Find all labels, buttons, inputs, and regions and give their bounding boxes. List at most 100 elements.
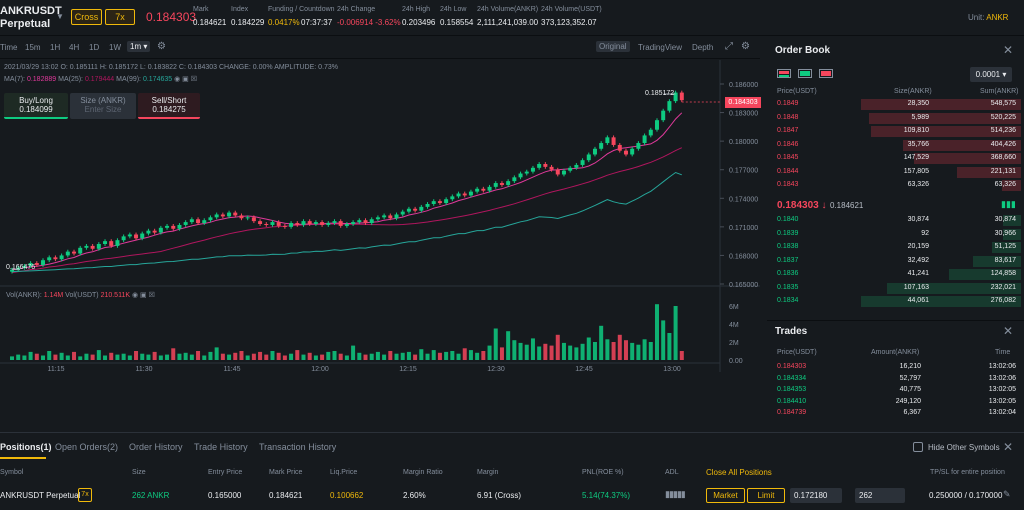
last-price: 0.184303 bbox=[146, 10, 197, 24]
trade-time: 13:02:04 bbox=[988, 409, 1016, 416]
trade-price: 0.184303 bbox=[777, 363, 807, 370]
close-qty-input[interactable]: 262 bbox=[855, 488, 905, 503]
symbol-type[interactable]: Perpetual bbox=[0, 18, 50, 30]
volume-bar bbox=[220, 353, 225, 360]
indicator-settings-icon[interactable]: ⚙ bbox=[157, 41, 166, 52]
close-price-input[interactable]: 0.172180 bbox=[790, 488, 842, 503]
ma7-label: MA(7): bbox=[4, 76, 27, 83]
ask-row[interactable]: 0.1845 147,529 368,660 bbox=[771, 153, 1021, 164]
chart-settings-icon[interactable]: ⚙ bbox=[741, 41, 750, 52]
size-input-box[interactable]: Size (ANKR) Enter Size bbox=[70, 93, 136, 119]
ask-row[interactable]: 0.1843 63,326 63,326 bbox=[771, 180, 1021, 191]
bid-row[interactable]: 0.1840 30,874 30,874 bbox=[771, 215, 1021, 226]
symbol-name[interactable]: ANKRUSDT bbox=[0, 5, 62, 17]
ask-row[interactable]: 0.1844 157,805 221,131 bbox=[771, 166, 1021, 178]
view-tab-depth[interactable]: Depth bbox=[692, 43, 713, 52]
interval-1m-active[interactable]: 1m ▾ bbox=[127, 41, 151, 52]
interval-4h[interactable]: 4H bbox=[69, 43, 79, 52]
tab-transaction-history[interactable]: Transaction History bbox=[259, 442, 336, 452]
bid-row[interactable]: 0.1834 44,061 276,082 bbox=[771, 296, 1021, 307]
candle-body bbox=[605, 137, 610, 144]
ask-row[interactable]: 0.1846 35,766 404,426 bbox=[771, 139, 1021, 151]
candle-body bbox=[636, 143, 641, 149]
close-all-positions-link[interactable]: Close All Positions bbox=[706, 468, 772, 477]
ask-row[interactable]: 0.1847 109,810 514,236 bbox=[771, 126, 1021, 137]
close-icon[interactable]: ☒ bbox=[149, 292, 155, 299]
ask-sum: 368,660 bbox=[990, 154, 1016, 161]
eye-icon[interactable]: ◉ bbox=[132, 292, 138, 299]
unit-value[interactable]: ANKR bbox=[986, 13, 1008, 22]
candle-body bbox=[642, 135, 647, 144]
positions-panel: Positions(1) Open Orders(2) Order Histor… bbox=[0, 432, 1024, 510]
volume-info: Vol(ANKR): 1.14M Vol(USDT) 210.511K ◉ ▣ … bbox=[6, 291, 155, 299]
hide-other-symbols-checkbox[interactable] bbox=[913, 442, 923, 452]
bid-row[interactable]: 0.1838 20,159 51,125 bbox=[771, 242, 1021, 253]
interval-15m[interactable]: 15m bbox=[25, 43, 41, 52]
tab-open-orders[interactable]: Open Orders(2) bbox=[55, 442, 118, 452]
y-tick-label: 0.183000 bbox=[729, 111, 758, 118]
limit-close-button[interactable]: Limit bbox=[747, 488, 785, 503]
ask-row[interactable]: 0.1849 28,350 548,575 bbox=[771, 99, 1021, 110]
chart-area[interactable]: 0.186000 0.183000 0.180000 0.177000 0.174000… bbox=[0, 60, 761, 372]
close-icon[interactable]: ✕ bbox=[1003, 324, 1013, 338]
interval-1d[interactable]: 1D bbox=[89, 43, 99, 52]
volume-bar bbox=[475, 352, 480, 360]
gear-icon[interactable]: ▣ bbox=[140, 292, 147, 299]
interval-1w[interactable]: 1W bbox=[109, 43, 121, 52]
margin-mode-button[interactable]: Cross bbox=[71, 9, 102, 25]
sell-short-button[interactable]: Sell/Short 0.184275 bbox=[138, 93, 200, 119]
buy-long-button[interactable]: Buy/Long 0.184099 bbox=[4, 93, 68, 119]
candle-body bbox=[431, 201, 436, 204]
arrow-down-icon: ↓ bbox=[821, 200, 827, 211]
tab-trade-history[interactable]: Trade History bbox=[194, 442, 248, 452]
volume-bar bbox=[630, 342, 635, 360]
candle-body bbox=[406, 208, 411, 212]
candle-body bbox=[344, 224, 349, 226]
candle-body bbox=[568, 167, 573, 171]
leverage-button[interactable]: 7x bbox=[105, 9, 135, 25]
volume-bar bbox=[344, 355, 349, 360]
stat-value-change: -0.006914 -3.62% bbox=[337, 18, 401, 27]
vol-ankr-label: Vol(ANKR): bbox=[6, 292, 44, 299]
bid-row[interactable]: 0.1837 32,492 83,617 bbox=[771, 255, 1021, 267]
candle-body bbox=[270, 222, 275, 225]
ask-size: 109,810 bbox=[903, 127, 929, 134]
close-icon[interactable]: ☒ bbox=[191, 76, 197, 83]
trade-amount: 249,120 bbox=[895, 397, 921, 405]
bid-row[interactable]: 0.1836 41,241 124,858 bbox=[771, 269, 1021, 280]
trade-price: 0.184353 bbox=[777, 386, 807, 393]
bids-view-icon[interactable] bbox=[798, 69, 812, 78]
view-tab-original[interactable]: Original bbox=[596, 41, 630, 52]
volume-bar bbox=[382, 354, 387, 360]
asks-view-icon[interactable] bbox=[819, 69, 833, 78]
ask-row[interactable]: 0.1848 5,989 520,225 bbox=[771, 112, 1021, 124]
gear-icon[interactable]: ▣ bbox=[182, 76, 189, 83]
precision-select[interactable]: 0.0001 ▾ bbox=[970, 67, 1012, 82]
both-sides-view-icon[interactable] bbox=[777, 69, 791, 78]
close-icon[interactable]: ✕ bbox=[1003, 43, 1013, 57]
volume-tick-label: 6M bbox=[729, 304, 739, 311]
volume-bar bbox=[189, 354, 194, 360]
ask-size: 147,529 bbox=[903, 154, 929, 161]
chevron-down-icon[interactable]: ▼ bbox=[56, 12, 64, 21]
candle-body bbox=[264, 224, 269, 225]
interval-1h[interactable]: 1H bbox=[50, 43, 60, 52]
bid-row[interactable]: 0.1839 92 30,966 bbox=[771, 228, 1021, 240]
eye-icon[interactable]: ◉ bbox=[174, 76, 180, 83]
trade-amount: 6,367 bbox=[903, 409, 921, 416]
market-close-button[interactable]: Market bbox=[706, 488, 745, 503]
volume-bar bbox=[530, 338, 535, 360]
volume-bar bbox=[642, 339, 647, 360]
tab-positions[interactable]: Positions(1) bbox=[0, 442, 52, 452]
active-tab-indicator bbox=[0, 457, 46, 459]
bid-row[interactable]: 0.1835 107,163 232,021 bbox=[771, 282, 1021, 294]
close-icon[interactable]: ✕ bbox=[1003, 440, 1013, 454]
volume-bar bbox=[103, 355, 108, 360]
tab-order-history[interactable]: Order History bbox=[129, 442, 183, 452]
edit-icon[interactable]: ✎ bbox=[1003, 489, 1011, 500]
fullscreen-icon[interactable]: ⤢ bbox=[725, 41, 733, 52]
sell-short-price: 0.184275 bbox=[152, 105, 186, 114]
interval-time[interactable]: Time bbox=[0, 43, 17, 52]
candle-body bbox=[382, 215, 387, 218]
view-tab-tradingview[interactable]: TradingView bbox=[638, 43, 682, 52]
